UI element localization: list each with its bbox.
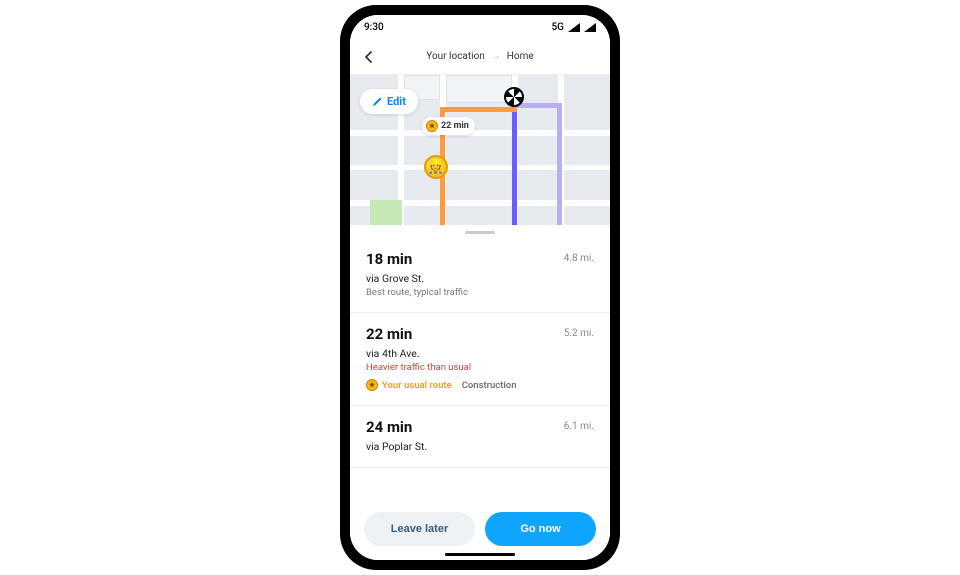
routes-list: 18 min via Grove St. Best route, typical… <box>350 238 610 502</box>
arrow-right-icon: → <box>491 51 501 62</box>
construction-tag: Construction <box>462 380 517 391</box>
route-distance: 6.1 mi. <box>564 421 594 453</box>
route-item[interactable]: 24 min via Poplar St. 6.1 mi. <box>350 406 610 468</box>
route-item[interactable]: 22 min via 4th Ave. Heavier traffic than… <box>350 313 610 406</box>
route-sub: Best route, typical traffic <box>366 287 564 298</box>
map-view[interactable]: ★ 22 min 👷 Edit <box>350 75 610 225</box>
header: Your location → Home <box>350 39 610 75</box>
route-distance: 5.2 mi. <box>564 328 594 391</box>
edit-button[interactable]: Edit <box>360 89 418 114</box>
footer: Leave later Go now <box>350 502 610 560</box>
status-time: 9:30 <box>364 22 384 33</box>
status-right: 5G <box>552 22 597 33</box>
route-via: via Grove St. <box>366 272 564 285</box>
status-bar: 9:30 5G <box>350 15 610 39</box>
pencil-icon <box>372 96 383 107</box>
route-distance: 4.8 mi. <box>564 253 594 298</box>
breadcrumb[interactable]: Your location → Home <box>426 51 533 62</box>
phone-frame: 9:30 5G Your location → Home <box>340 5 620 570</box>
network-label: 5G <box>552 22 565 33</box>
signal-icon <box>568 23 580 32</box>
signal-icon-2 <box>584 23 596 32</box>
destination-marker-icon <box>504 87 524 107</box>
usual-route-icon: ★ <box>366 379 378 391</box>
route-badge-label: 22 min <box>441 121 469 131</box>
usual-route-tag: ★ Your usual route <box>366 379 452 391</box>
go-now-button[interactable]: Go now <box>485 512 596 546</box>
breadcrumb-from: Your location <box>426 51 485 62</box>
construction-marker-icon[interactable]: 👷 <box>424 155 448 179</box>
routes-sheet: 18 min via Grove St. Best route, typical… <box>350 225 610 560</box>
route-via: via Poplar St. <box>366 440 564 453</box>
route-warning: Heavier traffic than usual <box>366 362 564 373</box>
back-button[interactable] <box>360 48 378 66</box>
route-time: 18 min <box>366 250 564 268</box>
leave-later-button[interactable]: Leave later <box>364 512 475 546</box>
usual-route-icon: ★ <box>426 120 438 132</box>
route-time-badge[interactable]: ★ 22 min <box>422 117 475 135</box>
route-item[interactable]: 18 min via Grove St. Best route, typical… <box>350 238 610 313</box>
breadcrumb-to: Home <box>507 51 534 62</box>
sheet-handle[interactable] <box>465 231 495 234</box>
route-time: 24 min <box>366 418 564 436</box>
edit-label: Edit <box>387 95 406 108</box>
home-indicator[interactable] <box>445 553 515 556</box>
screen: 9:30 5G Your location → Home <box>350 15 610 560</box>
route-via: via 4th Ave. <box>366 347 564 360</box>
route-time: 22 min <box>366 325 564 343</box>
